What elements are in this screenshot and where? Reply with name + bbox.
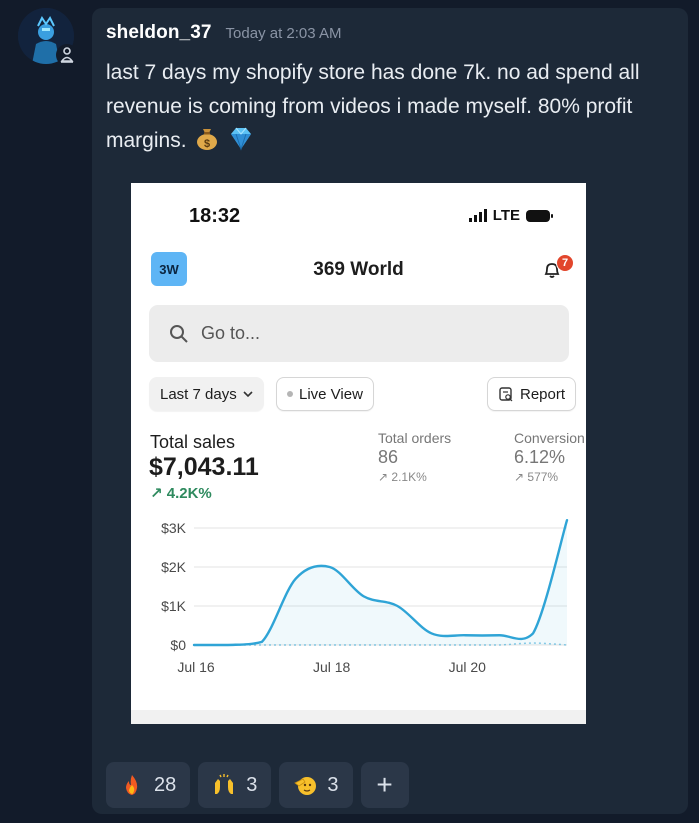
x-tick-label: Jul 16 <box>177 659 215 675</box>
reaction-count: 3 <box>327 773 339 796</box>
conversion-change: ↗ 577% <box>514 470 558 484</box>
live-dot-icon <box>287 391 293 397</box>
money-bag-icon: $ <box>197 129 218 150</box>
search-bar[interactable]: Go to... <box>149 305 569 362</box>
attached-screenshot[interactable]: 18:32 LTE 3W 369 World 7 Go to... Last 7… <box>131 183 586 724</box>
y-tick-label: $1K <box>161 598 187 614</box>
add-reaction-button[interactable]: + <box>360 762 409 808</box>
date-range-label: Last 7 days <box>160 385 237 403</box>
total-orders-change-value: 2.1K% <box>391 470 427 484</box>
y-tick-label: $3K <box>161 520 187 536</box>
live-view-button[interactable]: Live View <box>276 377 374 411</box>
y-tick-label: $0 <box>170 637 186 653</box>
search-icon <box>170 324 188 343</box>
total-sales-change: ↗ 4.2K% <box>150 484 212 502</box>
battery-icon <box>526 209 553 222</box>
conversion-value: 6.12% <box>514 447 566 467</box>
total-orders-value: 86 <box>378 447 399 467</box>
reaction-bar: 28 3 3 + <box>106 762 409 808</box>
report-label: Report <box>520 385 566 403</box>
saluting-face-icon <box>294 777 317 795</box>
total-sales-value: $7,043.11 <box>149 453 259 481</box>
status-time: 18:32 <box>189 205 241 227</box>
raised-hands-icon <box>215 774 234 794</box>
message-header: sheldon_37 Today at 2:03 AM <box>106 22 341 44</box>
reaction-saluting-face[interactable]: 3 <box>279 762 353 808</box>
signal-icon <box>468 209 487 222</box>
arrow-up-right-icon: ↗ <box>514 470 525 484</box>
conversion-change-value: 577% <box>527 470 559 484</box>
conversion-label: Conversion <box>514 430 585 446</box>
search-placeholder: Go to... <box>201 323 261 343</box>
status-bar: LTE <box>468 207 553 224</box>
network-label: LTE <box>492 207 520 224</box>
reaction-raised-hands[interactable]: 3 <box>198 762 272 808</box>
total-orders-change: ↗ 2.1K% <box>378 470 427 484</box>
y-tick-label: $2K <box>161 559 187 575</box>
message-body: last 7 days my shopify store has done 7k… <box>106 56 676 158</box>
store-name: 369 World <box>313 259 404 280</box>
fire-icon <box>126 775 138 795</box>
reaction-count: 28 <box>154 773 177 796</box>
live-view-label: Live View <box>299 385 363 403</box>
x-tick-label: Jul 18 <box>313 659 351 675</box>
report-button[interactable]: Report <box>487 377 577 411</box>
username[interactable]: sheldon_37 <box>106 22 212 44</box>
gem-icon <box>231 127 252 151</box>
total-sales-change-value: 4.2K% <box>166 485 212 502</box>
sales-chart[interactable]: $3K $2K $1K $0 Jul 16 Jul 18 Jul 20 <box>131 513 586 693</box>
message-text: last 7 days my shopify store has done 7k… <box>106 61 640 152</box>
chat-message: sheldon_37 Today at 2:03 AM last 7 days … <box>92 8 688 814</box>
notification-badge: 7 <box>556 254 574 272</box>
svg-text:$: $ <box>204 138 210 150</box>
x-tick-label: Jul 20 <box>449 659 487 675</box>
total-orders-label: Total orders <box>378 430 452 446</box>
reaction-fire[interactable]: 28 <box>106 762 191 808</box>
arrow-up-right-icon: ↗ <box>150 485 163 502</box>
sales-area <box>194 520 567 645</box>
user-role-icon <box>56 44 78 66</box>
timestamp: Today at 2:03 AM <box>225 25 342 42</box>
report-icon <box>499 387 513 402</box>
chevron-down-icon <box>243 391 253 398</box>
reaction-count: 3 <box>246 773 258 796</box>
screenshot-footer <box>131 710 586 724</box>
arrow-up-right-icon: ↗ <box>378 470 389 484</box>
date-range-dropdown[interactable]: Last 7 days <box>149 377 264 411</box>
total-sales-label: Total sales <box>150 432 236 452</box>
